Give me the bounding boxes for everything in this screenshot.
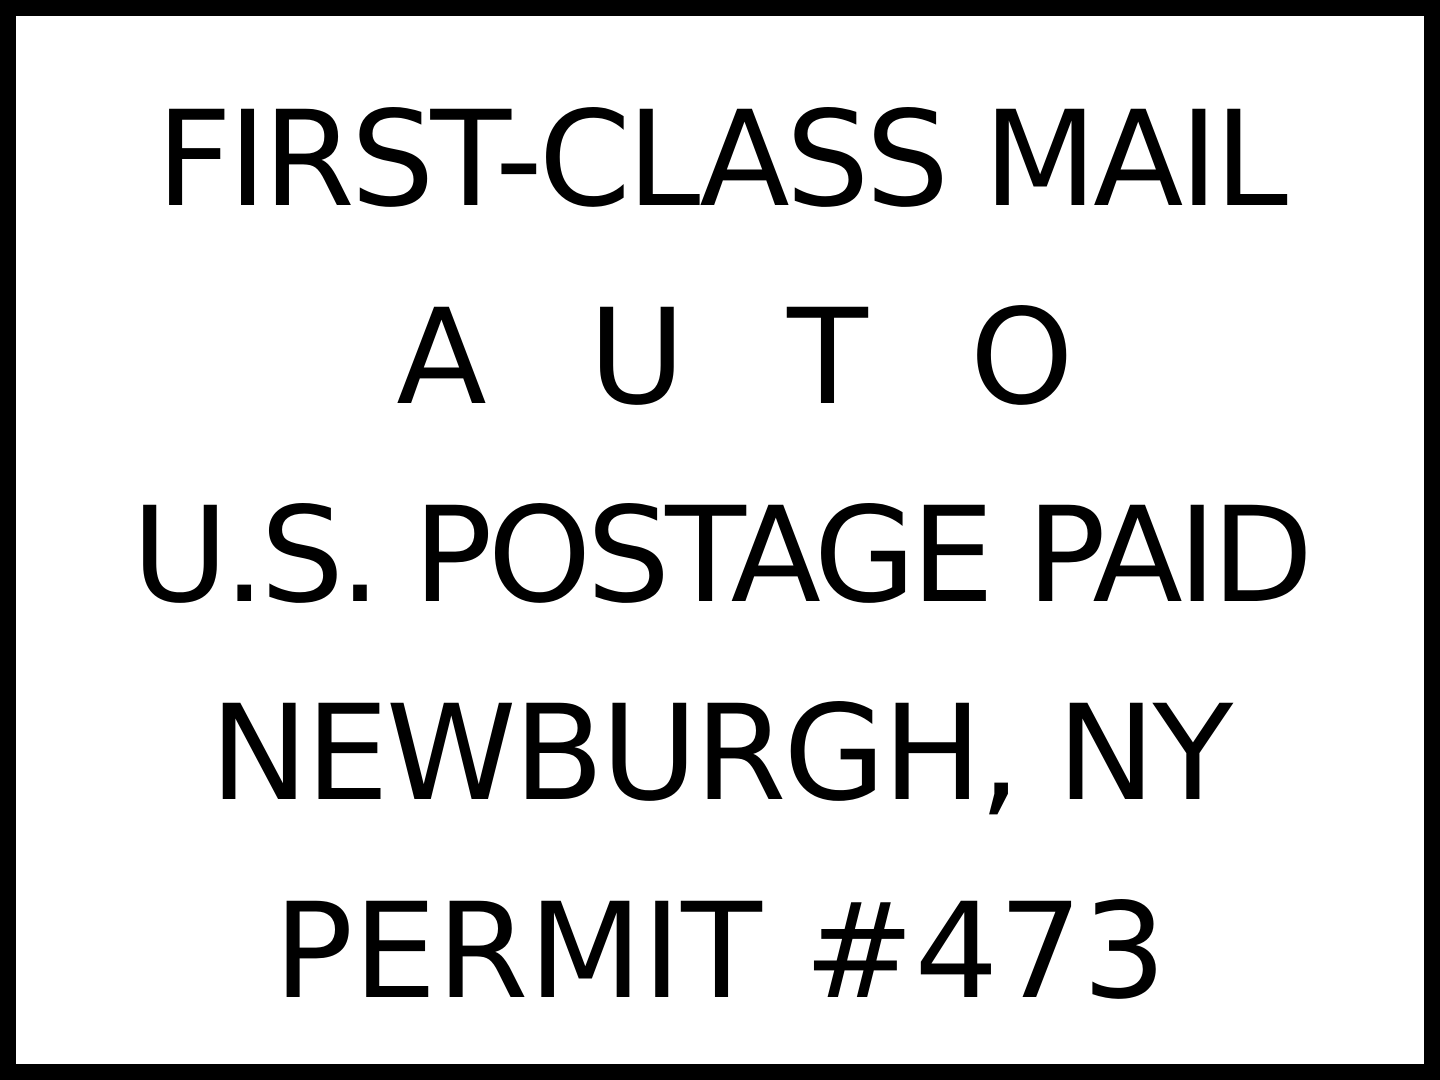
auto-sort-text: A U T O <box>396 281 1104 435</box>
postage-paid-text: U.S. POSTAGE PAID <box>131 479 1314 633</box>
permit-number-text: PERMIT #473 <box>273 875 1167 1029</box>
postage-indicia: FIRST-CLASS MAIL A U T O U.S. POSTAGE PA… <box>0 0 1440 1080</box>
mail-class-text: FIRST-CLASS MAIL <box>156 83 1288 237</box>
location-text: NEWBURGH, NY <box>209 677 1233 831</box>
